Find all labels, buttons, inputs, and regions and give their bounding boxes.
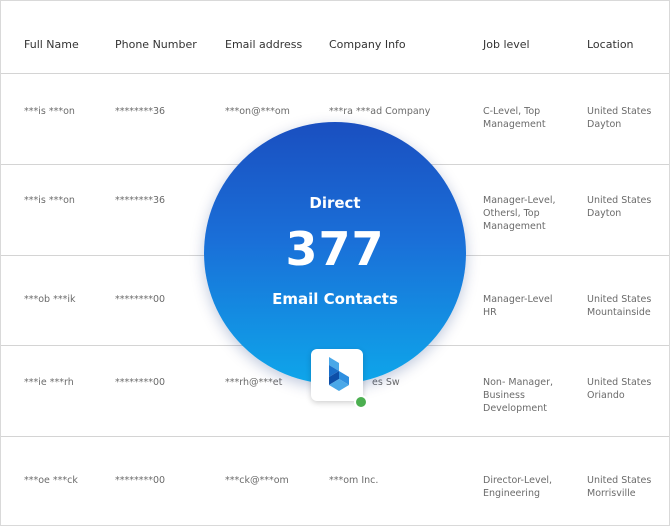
column-header-email-address[interactable]: Email address xyxy=(225,38,302,51)
location-cell: United States Morrisville xyxy=(587,475,652,499)
full-name-cell: ***is ***on xyxy=(24,106,75,117)
company-logo-glyph xyxy=(329,357,349,391)
location-cell: United States Oriando xyxy=(587,377,652,401)
phone-number-cell: ********00 xyxy=(115,475,166,486)
badge-contact-count: 377 xyxy=(285,222,385,276)
badge-title-direct: Direct xyxy=(309,194,361,212)
email-contacts-count-badge: Direct 377 Email Contacts xyxy=(204,122,466,384)
location-cell: United States Mountainside xyxy=(587,294,652,318)
job-level-cell: Non- Manager, Business Development xyxy=(483,377,554,414)
job-level-cell: C-Level, Top Management xyxy=(483,106,546,130)
company-info-cell: es Sw xyxy=(372,377,400,388)
phone-number-cell: ********36 xyxy=(115,106,166,117)
full-name-cell: ***oe ***ck xyxy=(24,475,78,486)
column-header-phone-number[interactable]: Phone Number xyxy=(115,38,197,51)
badge-title-email-contacts: Email Contacts xyxy=(272,290,398,308)
full-name-cell: ***ob ***ik xyxy=(24,294,76,305)
email-address-cell: ***ck@***om xyxy=(225,475,289,486)
column-header-location[interactable]: Location xyxy=(587,38,634,51)
online-status-icon xyxy=(354,395,368,409)
table-row[interactable]: ***oe ***ck ********00 ***ck@***om ***om… xyxy=(1,437,669,525)
job-level-cell: Manager-Level HR xyxy=(483,294,553,318)
location-cell: United States Dayton xyxy=(587,195,652,219)
column-header-company-info[interactable]: Company Info xyxy=(329,38,406,51)
full-name-cell: ***ie ***rh xyxy=(24,377,74,388)
column-header-full-name[interactable]: Full Name xyxy=(24,38,79,51)
email-address-cell: ***on@***om xyxy=(225,106,290,117)
company-logo-icon xyxy=(311,349,363,401)
email-address-cell: ***rh@***et xyxy=(225,377,283,388)
column-header-job-level[interactable]: Job level xyxy=(483,38,530,51)
company-info-cell: ***om Inc. xyxy=(329,475,379,486)
table-header: Full Name Phone Number Email address Com… xyxy=(1,1,669,74)
company-info-cell: ***ra ***ad Company xyxy=(329,106,431,117)
phone-number-cell: ********00 xyxy=(115,377,166,388)
location-cell: United States Dayton xyxy=(587,106,652,130)
phone-number-cell: ********00 xyxy=(115,294,166,305)
phone-number-cell: ********36 xyxy=(115,195,166,206)
job-level-cell: Director-Level, Engineering xyxy=(483,475,553,499)
job-level-cell: Manager-Level, Othersl, Top Management xyxy=(483,195,556,232)
full-name-cell: ***is ***on xyxy=(24,195,75,206)
